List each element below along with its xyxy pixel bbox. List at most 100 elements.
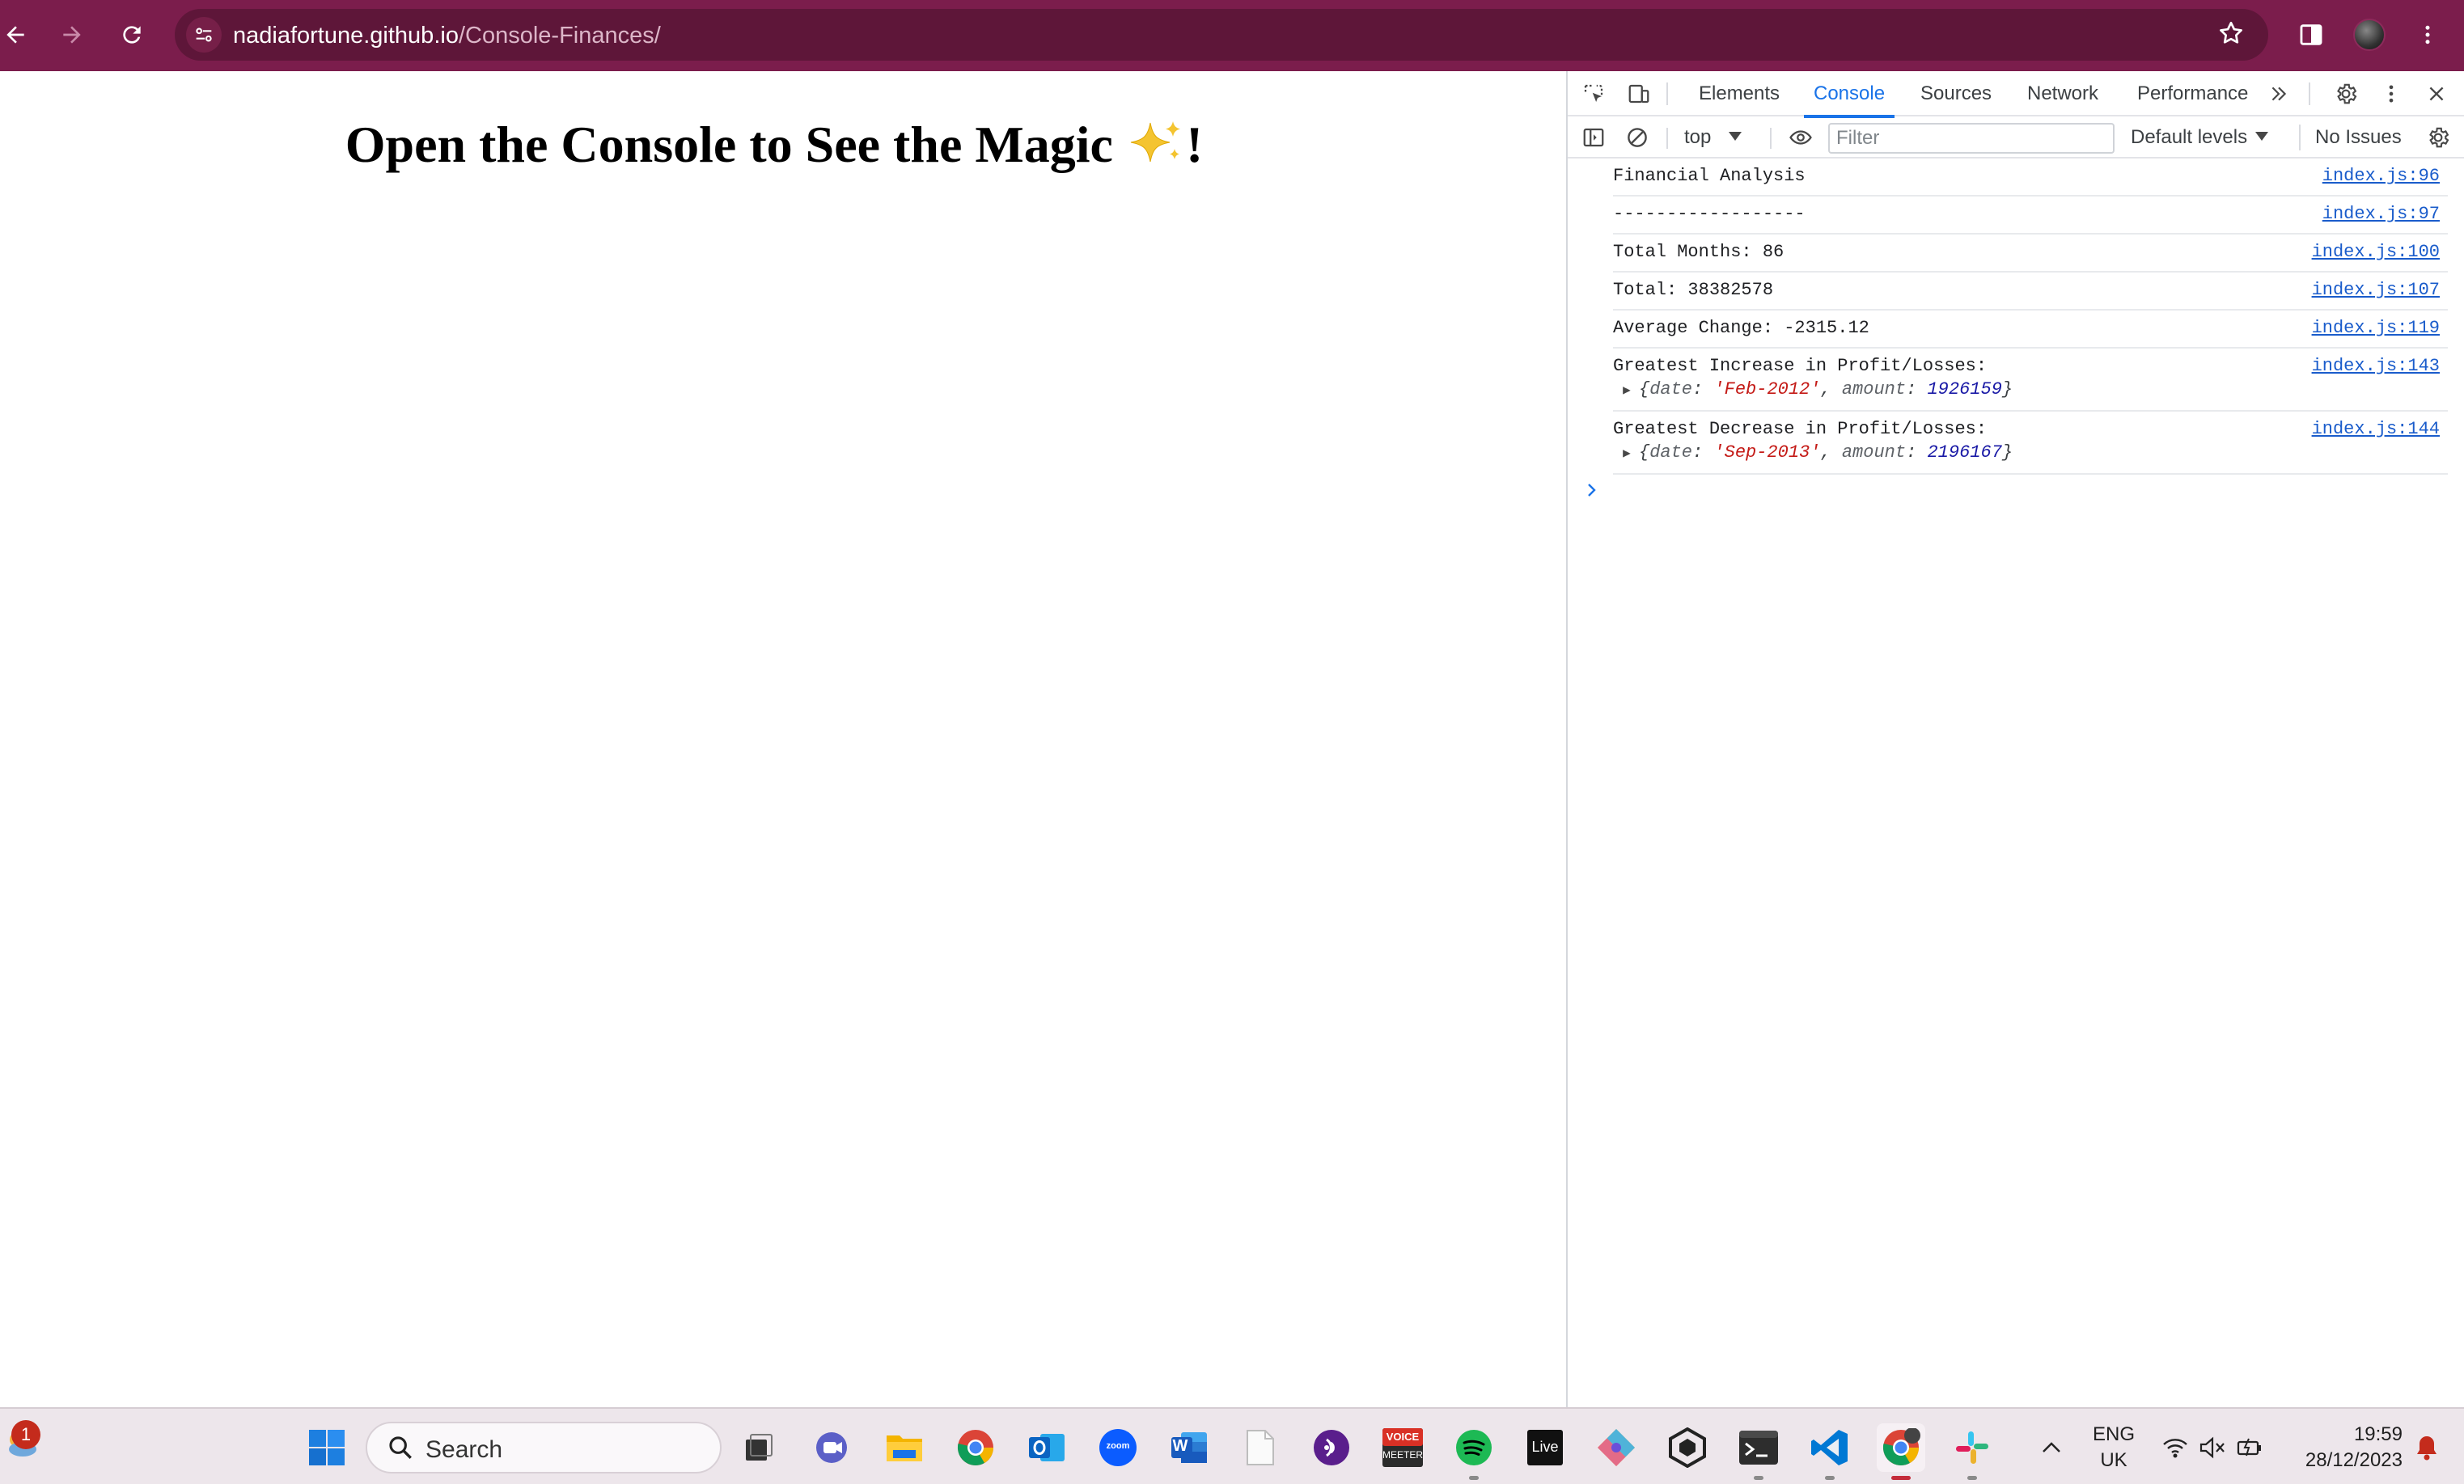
site-settings-button[interactable]: [186, 17, 222, 53]
back-button[interactable]: [0, 10, 40, 60]
chrome-button[interactable]: [951, 1423, 1000, 1472]
side-panel-button[interactable]: [2286, 10, 2336, 60]
task-view-button[interactable]: [735, 1423, 783, 1472]
tab-divider: [2309, 82, 2310, 105]
clock-time: 19:59: [2353, 1423, 2403, 1445]
log-source-link[interactable]: index.js:107: [2312, 279, 2440, 302]
device-toolbar-button[interactable]: [1624, 79, 1653, 108]
tab-console[interactable]: Console: [1803, 71, 1895, 118]
console-prompt[interactable]: [1586, 481, 2464, 506]
log-levels-dropdown[interactable]: Default levels: [2131, 125, 2269, 150]
search-icon: [389, 1436, 412, 1459]
tab-network[interactable]: Network: [2027, 71, 2098, 116]
issues-counter[interactable]: No Issues: [2299, 125, 2402, 150]
console-log-row: Average Change: -2315.12 index.js:119: [1613, 311, 2448, 349]
console-log-row: ------------------ index.js:97: [1613, 197, 2448, 235]
voicemeeter-label-bottom: MEETER: [1382, 1449, 1423, 1461]
chrome-active-button[interactable]: [1877, 1423, 1925, 1480]
log-source-link[interactable]: index.js:100: [2312, 241, 2440, 264]
notification-badge: 1: [11, 1420, 40, 1449]
voicemeeter-button[interactable]: VOICE MEETER: [1378, 1423, 1427, 1472]
teams-icon: [816, 1432, 847, 1463]
running-indicator: [1967, 1476, 1977, 1480]
word-label: W: [1172, 1437, 1188, 1455]
clear-console-button[interactable]: [1623, 123, 1652, 152]
inspect-element-button[interactable]: [1579, 79, 1608, 108]
sidebar-toggle-icon: [1583, 128, 1604, 147]
forward-button[interactable]: [47, 10, 97, 60]
browser-menu-button[interactable]: [2403, 10, 2453, 60]
console-output: Financial Analysis index.js:96 ---------…: [1568, 159, 2464, 506]
word-button[interactable]: W: [1165, 1423, 1213, 1472]
object-preview[interactable]: ▶ {date: 'Sep-2013', amount: 2196167}: [1613, 441, 2448, 466]
unity-hub-button[interactable]: [1663, 1423, 1712, 1472]
windows-taskbar: 1 Search zoom W VOICE MEETER Live ENG UK…: [0, 1407, 2464, 1484]
log-source-link[interactable]: index.js:144: [2312, 418, 2440, 441]
back-arrow-icon: [6, 26, 24, 44]
vscode-button[interactable]: [1806, 1423, 1854, 1480]
log-source-link[interactable]: index.js:143: [2312, 355, 2440, 378]
file-explorer-button[interactable]: [880, 1423, 929, 1472]
filter-field[interactable]: [1830, 125, 2113, 152]
bell-icon: [2417, 1436, 2436, 1461]
tab-performance[interactable]: Performance: [2137, 71, 2248, 116]
wifi-icon: [2163, 1439, 2187, 1458]
running-indicator: [1469, 1476, 1479, 1480]
tab-elements[interactable]: Elements: [1699, 71, 1780, 116]
start-button[interactable]: [303, 1423, 351, 1472]
vscode-icon: [1811, 1430, 1848, 1465]
console-sidebar-button[interactable]: [1579, 123, 1608, 152]
voicemeeter-label-top: VOICE: [1386, 1431, 1420, 1443]
console-log-row: Greatest Decrease in Profit/Losses: inde…: [1613, 412, 2448, 475]
input-language-indicator[interactable]: ENG UK: [2085, 1422, 2142, 1473]
devtools-settings-button[interactable]: [2331, 79, 2360, 108]
spotify-button[interactable]: [1450, 1423, 1498, 1480]
podcast-app-button[interactable]: [1307, 1423, 1356, 1472]
clock[interactable]: 19:59 28/12/2023: [2281, 1422, 2403, 1473]
side-panel-icon: [2300, 24, 2322, 45]
terminal-button[interactable]: [1734, 1423, 1783, 1480]
teams-button[interactable]: [807, 1423, 856, 1472]
eye-icon: [1789, 130, 1812, 145]
slack-icon: [1956, 1431, 1988, 1464]
keyboard-layout: UK: [2100, 1449, 2127, 1471]
quick-settings-button[interactable]: [2152, 1423, 2273, 1472]
toolbar-divider: [1770, 128, 1772, 149]
chevron-up-icon: [2043, 1442, 2060, 1452]
address-bar[interactable]: nadiafortune.github.io/Console-Finances/: [175, 9, 2268, 61]
object-preview[interactable]: ▶ {date: 'Feb-2012', amount: 1926159}: [1613, 378, 2448, 403]
notifications-button[interactable]: [2409, 1423, 2445, 1472]
slack-button[interactable]: [1948, 1423, 1996, 1480]
reload-button[interactable]: [107, 10, 157, 60]
expand-triangle-icon[interactable]: ▶: [1615, 442, 1639, 466]
forward-arrow-icon: [63, 26, 81, 44]
log-source-link[interactable]: index.js:119: [2312, 317, 2440, 340]
notepad-button[interactable]: [1236, 1423, 1285, 1472]
devtools-menu-button[interactable]: [2377, 79, 2406, 108]
console-settings-button[interactable]: [2424, 123, 2453, 152]
device-toggle-icon: [1628, 84, 1649, 104]
log-source-link[interactable]: index.js:96: [2322, 165, 2440, 188]
bookmark-button[interactable]: [2216, 19, 2246, 52]
live-expression-button[interactable]: [1784, 123, 1817, 152]
expand-triangle-icon[interactable]: ▶: [1615, 378, 1639, 403]
tab-sources[interactable]: Sources: [1920, 71, 1992, 116]
clear-console-icon: [1628, 128, 1647, 147]
taskbar-search[interactable]: Search: [366, 1422, 722, 1473]
sparkles-icon: [1130, 121, 1180, 163]
gear-icon: [2337, 83, 2357, 104]
console-filter-input[interactable]: [1828, 123, 2115, 154]
show-hidden-icons-button[interactable]: [2027, 1423, 2076, 1472]
outlook-button[interactable]: [1022, 1423, 1071, 1472]
git-client-button[interactable]: [1592, 1423, 1641, 1472]
git-icon: [1598, 1429, 1635, 1466]
profile-button[interactable]: [2344, 10, 2394, 60]
running-indicator: [1825, 1476, 1835, 1480]
context-selector[interactable]: top: [1684, 125, 1742, 150]
zoom-button[interactable]: zoom: [1094, 1423, 1142, 1472]
running-indicator: [1754, 1476, 1763, 1480]
close-devtools-button[interactable]: [2422, 79, 2451, 108]
more-tabs-button[interactable]: [2265, 81, 2293, 107]
log-source-link[interactable]: index.js:97: [2322, 203, 2440, 226]
ableton-live-button[interactable]: Live: [1521, 1423, 1569, 1472]
